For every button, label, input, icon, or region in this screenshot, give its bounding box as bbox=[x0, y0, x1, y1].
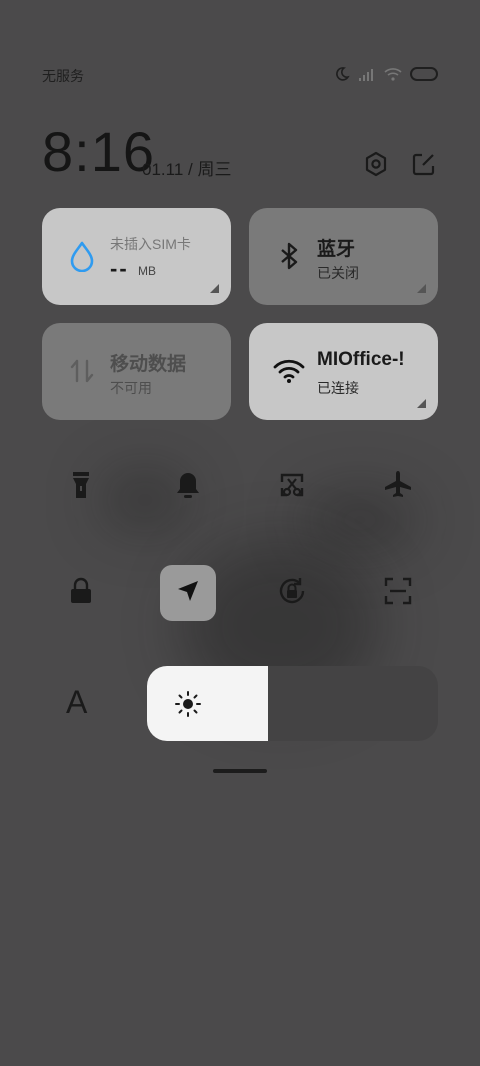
mobile-data-title: 移动数据 bbox=[110, 354, 187, 375]
scan-icon bbox=[383, 576, 413, 611]
header: 8:16 01.11 / 周三 bbox=[42, 124, 438, 184]
brightness-fill bbox=[147, 666, 268, 741]
bluetooth-tile[interactable]: 蓝牙 已关闭 bbox=[249, 208, 438, 305]
location-icon bbox=[174, 577, 202, 610]
data-usage-unit: MB bbox=[138, 264, 156, 278]
lock-screen-toggle[interactable] bbox=[53, 565, 109, 621]
expand-corner-icon bbox=[417, 399, 426, 408]
edit-icon[interactable] bbox=[410, 150, 438, 178]
settings-icon[interactable] bbox=[362, 150, 390, 178]
airplane-icon bbox=[382, 469, 414, 506]
sun-icon bbox=[174, 690, 202, 718]
mobile-data-tile[interactable]: 移动数据 不可用 bbox=[42, 323, 231, 420]
water-drop-icon bbox=[66, 240, 98, 273]
lock-icon bbox=[67, 576, 95, 611]
date-label: 01.11 / 周三 bbox=[142, 160, 232, 179]
font-size-button[interactable]: A bbox=[66, 684, 87, 721]
battery-icon bbox=[410, 67, 438, 86]
carrier-label: 无服务 bbox=[42, 68, 84, 84]
silent-toggle[interactable] bbox=[160, 459, 216, 515]
sim-status-label: 未插入SIM卡 bbox=[110, 236, 191, 252]
rotation-lock-icon bbox=[276, 575, 308, 612]
clock: 8:16 bbox=[42, 120, 155, 183]
flashlight-icon bbox=[67, 469, 95, 506]
airplane-toggle[interactable] bbox=[370, 459, 426, 515]
bluetooth-title: 蓝牙 bbox=[317, 239, 356, 260]
signal-icon bbox=[358, 67, 376, 86]
moon-icon bbox=[334, 66, 350, 87]
screenshot-toggle[interactable] bbox=[264, 459, 320, 515]
wifi-network-name: MIOffice-! bbox=[317, 349, 405, 370]
bluetooth-icon bbox=[273, 240, 305, 272]
mobile-data-icon bbox=[66, 355, 98, 387]
screenshot-icon bbox=[277, 470, 307, 505]
mobile-data-status: 不可用 bbox=[110, 380, 152, 396]
rotation-lock-toggle[interactable] bbox=[264, 565, 320, 621]
flashlight-toggle[interactable] bbox=[53, 459, 109, 515]
expand-corner-icon bbox=[210, 284, 219, 293]
bluetooth-status: 已关闭 bbox=[317, 265, 359, 281]
wifi-icon bbox=[384, 67, 402, 86]
panel-drag-handle[interactable] bbox=[213, 769, 267, 773]
status-bar: 无服务 bbox=[42, 66, 438, 86]
location-toggle[interactable] bbox=[160, 565, 216, 621]
data-usage-tile[interactable]: 未插入SIM卡 -- MB bbox=[42, 208, 231, 305]
expand-corner-icon bbox=[417, 284, 426, 293]
bell-icon bbox=[173, 469, 203, 506]
wifi-tile[interactable]: MIOffice-! 已连接 bbox=[249, 323, 438, 420]
wifi-icon bbox=[273, 355, 305, 387]
data-usage-value: -- bbox=[110, 256, 129, 281]
wifi-status: 已连接 bbox=[317, 380, 359, 396]
scan-toggle[interactable] bbox=[370, 565, 426, 621]
